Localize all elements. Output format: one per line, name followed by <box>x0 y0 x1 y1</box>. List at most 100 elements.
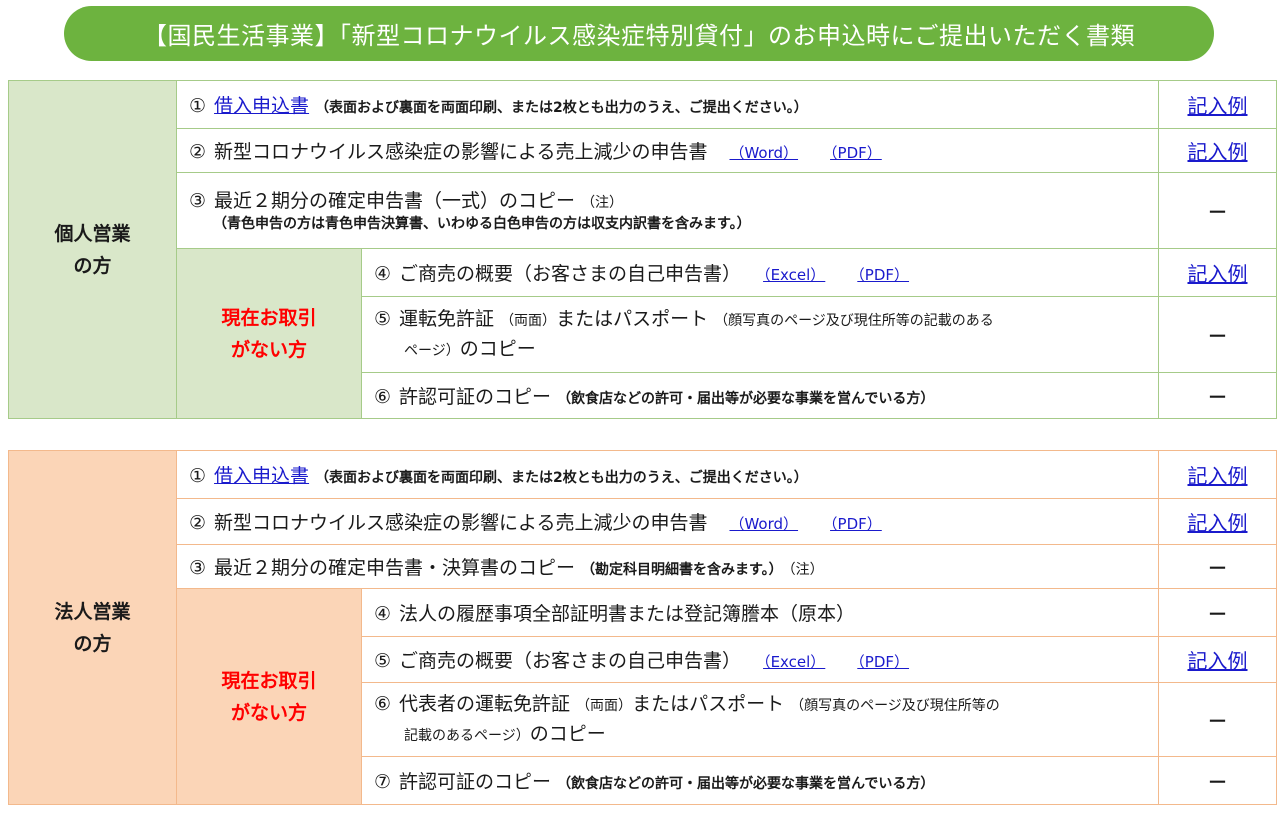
example-link[interactable]: 記入例 <box>1188 649 1248 673</box>
item-number: ① <box>189 95 207 117</box>
no-example-dash: － <box>1207 556 1228 580</box>
item-note: （両面） <box>500 312 557 329</box>
no-example-dash: － <box>1207 770 1228 794</box>
item-note: （注） <box>581 195 624 211</box>
document-cell: ① 借入申込書 （表面および裏面を両面印刷、または2枚とも出力のうえ、ご提出ください… <box>176 450 1159 499</box>
pdf-download-link[interactable]: （PDF） <box>820 515 892 533</box>
item-text: 運転免許証 <box>399 307 495 330</box>
document-cell: ② 新型コロナウイルス感染症の影響による売上減少の申告書 （Word） （PDF） <box>176 128 1159 173</box>
item-number: ③ <box>189 190 207 212</box>
subcategory-label: 現在お取引 がない方 <box>221 306 317 361</box>
item-text: ご商売の概要（お客さまの自己申告書） <box>399 263 742 285</box>
table-row: 現在お取引 がない方 ④ 法人の履歴事項全部証明書または登記簿謄本（原本） － <box>9 588 1277 805</box>
item-number: ⑥ <box>374 692 392 715</box>
document-cell: ① 借入申込書 （表面および裏面を両面印刷、または2枚とも出力のうえ、ご提出ください… <box>176 80 1159 129</box>
table-row: 個人営業 の方 ① 借入申込書 （表面および裏面を両面印刷、または2枚とも出力のうえ… <box>8 80 1277 419</box>
item-number: ⑥ <box>374 386 392 408</box>
item-number: ⑤ <box>374 307 392 330</box>
example-link[interactable]: 記入例 <box>1188 464 1248 488</box>
example-cell: 記入例 <box>1158 80 1277 129</box>
table-row: ③ 最近２期分の確定申告書・決算書のコピー （勘定科目明細書を含みます。） （注） － <box>9 544 1277 589</box>
item-note: （飲食店などの許可・届出等が必要な事業を営んでいる方） <box>557 776 935 792</box>
item-number: ① <box>189 465 207 487</box>
document-cell: ⑤ 運転免許証 （両面）またはパスポート （顔写真のページ及び現住所等の記載のある ペ… <box>361 296 1159 373</box>
item-note: （顔写真のページ及び現住所等の <box>790 697 1000 714</box>
item-number: ⑤ <box>374 650 392 672</box>
example-link[interactable]: 記入例 <box>1188 262 1248 286</box>
item-number: ③ <box>189 557 207 579</box>
item-text: 最近２期分の確定申告書（一式）のコピー <box>214 190 576 212</box>
word-download-link[interactable]: （Word） <box>719 144 808 162</box>
individual-documents-table: 個人営業 の方 ① 借入申込書 （表面および裏面を両面印刷、または2枚とも出力のうえ… <box>8 80 1277 419</box>
document-cell: ④ 法人の履歴事項全部証明書または登記簿謄本（原本） <box>361 588 1159 637</box>
word-download-link[interactable]: （Word） <box>719 515 808 533</box>
example-cell: － <box>1158 682 1277 757</box>
example-link[interactable]: 記入例 <box>1188 140 1248 164</box>
no-example-dash: － <box>1207 602 1228 626</box>
item-text: 許認可証のコピー <box>399 771 552 793</box>
document-cell: ⑤ ご商売の概要（お客さまの自己申告書） （Excel） （PDF） <box>361 636 1159 683</box>
subcategory-label: 現在お取引 がない方 <box>221 669 317 724</box>
example-cell: 記入例 <box>1158 498 1277 545</box>
table-row: 法人営業 の方 ① 借入申込書 （表面および裏面を両面印刷、または2枚とも出力のうえ… <box>8 450 1277 805</box>
item-text: またはパスポート <box>556 307 709 330</box>
page-title: 【国民生活事業】「新型コロナウイルス感染症特別貸付」のお申込時にご提出いただく書… <box>64 6 1214 61</box>
example-cell: 記入例 <box>1158 248 1277 297</box>
example-cell: － <box>1158 756 1277 805</box>
document-cell: ⑦ 許認可証のコピー （飲食店などの許可・届出等が必要な事業を営んでいる方） <box>361 756 1159 805</box>
example-cell: － <box>1158 588 1277 637</box>
table-row: ② 新型コロナウイルス感染症の影響による売上減少の申告書 （Word） （PDF） 記… <box>9 128 1277 173</box>
example-link[interactable]: 記入例 <box>1188 94 1248 118</box>
pdf-download-link[interactable]: （PDF） <box>820 144 892 162</box>
no-example-dash: － <box>1207 709 1228 733</box>
example-cell: 記入例 <box>1158 636 1277 683</box>
item-text: のコピー <box>529 722 606 745</box>
item-number: ② <box>189 512 207 534</box>
item-text: またはパスポート <box>632 692 785 715</box>
example-cell: － <box>1158 172 1277 249</box>
item-text: 代表者の運転免許証 <box>399 692 571 715</box>
pdf-download-link[interactable]: （PDF） <box>847 266 919 284</box>
item-note: （両面） <box>576 697 633 714</box>
excel-download-link[interactable]: （Excel） <box>753 653 835 671</box>
document-cell: ⑥ 代表者の運転免許証 （両面）またはパスポート （顔写真のページ及び現住所等の 記載… <box>361 682 1159 757</box>
pdf-download-link[interactable]: （PDF） <box>847 653 919 671</box>
item-note: （表面および裏面を両面印刷、または2枚とも出力のうえ、ご提出ください。） <box>315 470 808 486</box>
table-row: ② 新型コロナウイルス感染症の影響による売上減少の申告書 （Word） （PDF） 記… <box>9 498 1277 545</box>
excel-download-link[interactable]: （Excel） <box>753 266 835 284</box>
category-corporate: 法人営業 の方 <box>8 450 177 805</box>
loan-application-link[interactable]: 借入申込書 <box>214 465 309 487</box>
item-note: （顔写真のページ及び現住所等の記載のある <box>714 312 994 329</box>
item-text: のコピー <box>459 337 536 360</box>
table-row: 現在お取引 がない方 ④ ご商売の概要（お客さまの自己申告書） （Excel） （PD… <box>9 248 1277 419</box>
example-cell: － <box>1158 544 1277 589</box>
document-cell: ⑥ 許認可証のコピー （飲食店などの許可・届出等が必要な事業を営んでいる方） <box>361 372 1159 419</box>
subcategory-new-customer: 現在お取引 がない方 <box>176 248 362 419</box>
item-number: ② <box>189 141 207 163</box>
item-number: ④ <box>374 603 392 625</box>
item-note: 記載のあるページ） <box>404 727 530 744</box>
subcategory-new-customer: 現在お取引 がない方 <box>176 588 362 805</box>
item-note: （飲食店などの許可・届出等が必要な事業を営んでいる方） <box>557 391 935 407</box>
example-cell: － <box>1158 296 1277 373</box>
no-example-dash: － <box>1207 324 1228 348</box>
item-note: （勘定科目明細書を含みます。） <box>581 562 783 578</box>
item-note: （表面および裏面を両面印刷、または2枚とも出力のうえ、ご提出ください。） <box>315 100 808 116</box>
document-cell: ③ 最近２期分の確定申告書・決算書のコピー （勘定科目明細書を含みます。） （注） <box>176 544 1159 589</box>
category-label: 法人営業 の方 <box>54 600 131 655</box>
example-link[interactable]: 記入例 <box>1188 511 1248 535</box>
example-cell: 記入例 <box>1158 450 1277 499</box>
no-example-dash: － <box>1207 385 1228 409</box>
document-cell: ② 新型コロナウイルス感染症の影響による売上減少の申告書 （Word） （PDF） <box>176 498 1159 545</box>
document-cell: ④ ご商売の概要（お客さまの自己申告書） （Excel） （PDF） <box>361 248 1159 297</box>
example-cell: 記入例 <box>1158 128 1277 173</box>
item-number: ④ <box>374 263 392 285</box>
example-cell: － <box>1158 372 1277 419</box>
table-row: ③ 最近２期分の確定申告書（一式）のコピー （注） （青色申告の方は青色申告決算書、… <box>9 172 1277 249</box>
category-individual: 個人営業 の方 <box>8 80 177 419</box>
category-label: 個人営業 の方 <box>54 222 131 277</box>
item-note: ページ） <box>404 342 460 359</box>
item-subnote: （青色申告の方は青色申告決算書、いわゆる白色申告の方は収支内訳書を含みます。） <box>213 216 751 232</box>
corporate-documents-table: 法人営業 の方 ① 借入申込書 （表面および裏面を両面印刷、または2枚とも出力のうえ… <box>8 450 1277 805</box>
loan-application-link[interactable]: 借入申込書 <box>214 95 309 117</box>
